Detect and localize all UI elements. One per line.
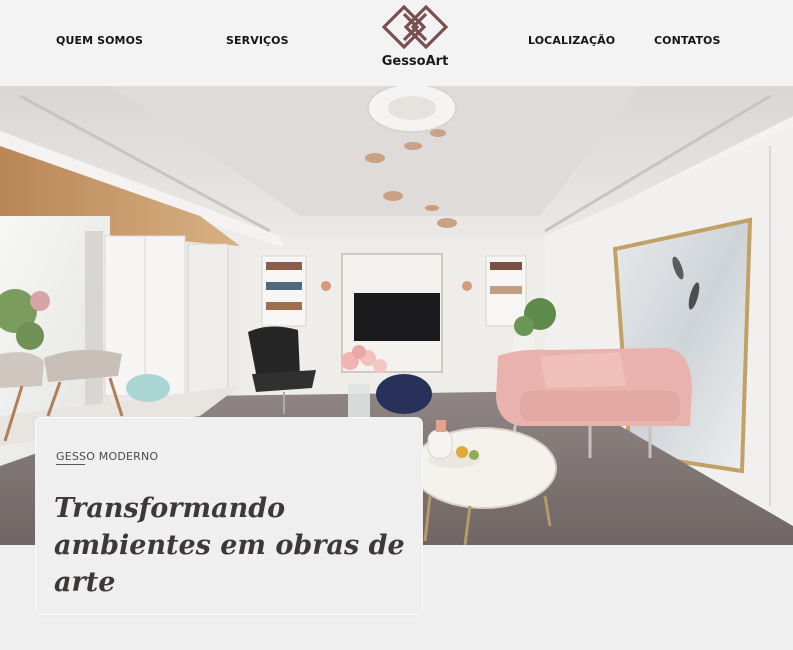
hero-kicker: GESSO MODERNO — [56, 450, 159, 463]
logo-diamond-icon — [382, 4, 448, 50]
nav-link-servicos[interactable]: SERVIÇOS — [226, 34, 289, 47]
hero-title: Transformando ambientes em obras de arte — [54, 493, 405, 598]
nav-link-contatos[interactable]: CONTATOS — [654, 34, 721, 47]
brand-name: GessoArt — [381, 54, 449, 69]
site-header: QUEM SOMOS SERVIÇOS GessoArt LOCALIZAÇÃO… — [0, 0, 793, 86]
nav-link-localizacao[interactable]: LOCALIZAÇÃO — [528, 34, 615, 47]
hero-card: GESSO MODERNO Transformando ambientes em… — [36, 418, 422, 614]
nav-link-quem-somos[interactable]: QUEM SOMOS — [56, 34, 143, 47]
kicker-underline — [56, 464, 85, 465]
brand-logo[interactable]: GessoArt — [378, 4, 452, 70]
